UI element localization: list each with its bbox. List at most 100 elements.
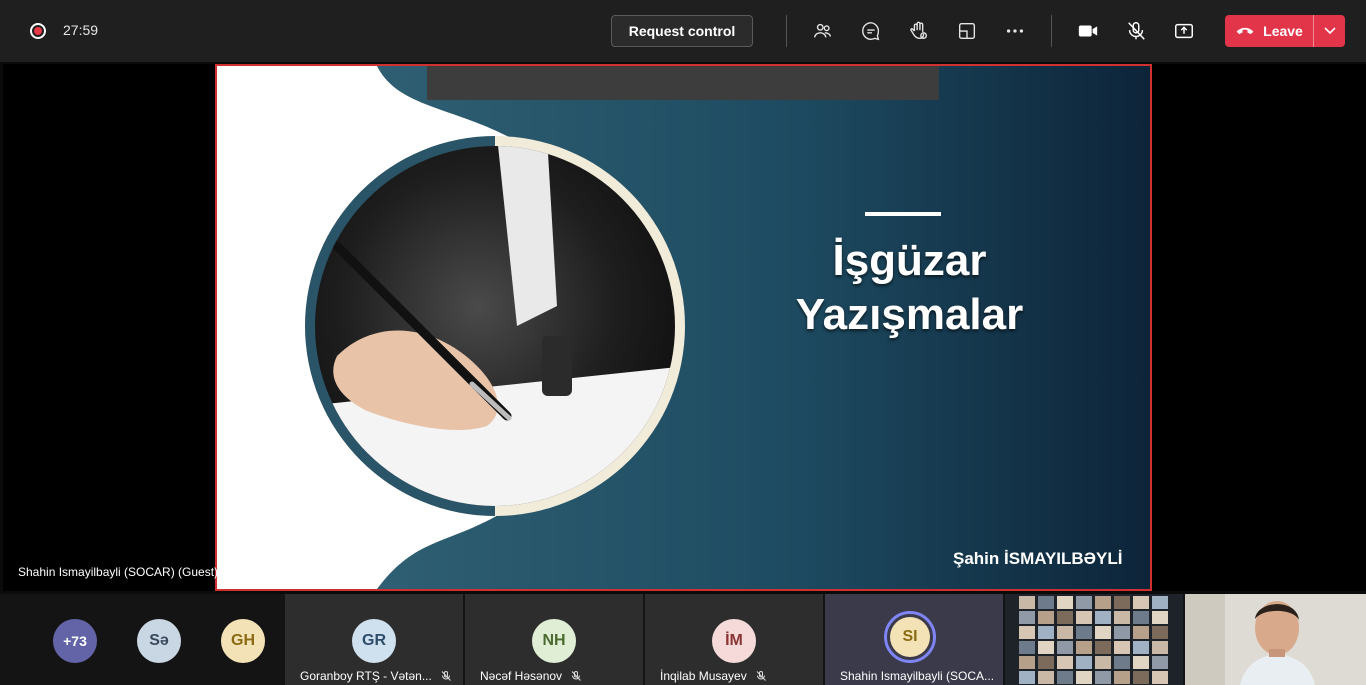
gallery-participant-thumb [1019, 641, 1035, 654]
leave-main-button[interactable]: Leave [1225, 15, 1313, 47]
webcam-feed [1185, 594, 1366, 685]
raise-hand-icon[interactable] [907, 19, 931, 43]
gallery-participant-thumb [1076, 611, 1092, 624]
more-icon[interactable] [1003, 19, 1027, 43]
gallery-participant-thumb [1076, 671, 1092, 684]
gallery-participant-thumb [1114, 671, 1130, 684]
leave-label: Leave [1263, 23, 1303, 39]
gallery-participant-thumb [1133, 611, 1149, 624]
rooms-icon[interactable] [955, 19, 979, 43]
recording-icon [30, 23, 46, 39]
participant-tile[interactable]: NH Nəcəf Həsənov [465, 594, 643, 685]
gallery-participant-thumb [1038, 641, 1054, 654]
gallery-participant-thumb [1095, 626, 1111, 639]
share-icon[interactable] [1172, 19, 1196, 43]
gallery-participant-thumb [1095, 641, 1111, 654]
gallery-participant-thumb [1133, 626, 1149, 639]
gallery-participant-thumb [1019, 671, 1035, 684]
gallery-participant-thumb [1057, 596, 1073, 609]
mic-off-icon [441, 671, 451, 681]
gallery-participant-thumb [1038, 626, 1054, 639]
slide-author: Şahin İSMAYILBƏYLİ [953, 549, 1123, 568]
gallery-participant-thumb [1133, 656, 1149, 669]
gallery-participant-thumb [1057, 656, 1073, 669]
slide-title-line-1: İşgüzar [832, 236, 987, 285]
meeting-timer: 27:59 [63, 22, 99, 38]
participant-name: Goranboy RTŞ - Vətən... [300, 669, 452, 683]
participant-name-text: İnqilab Musayev [660, 669, 747, 683]
slide-title: İşgüzar Yazışmalar [777, 234, 1042, 342]
gallery-participant-thumb [1152, 656, 1168, 669]
gallery-participant-thumb [1133, 671, 1149, 684]
gallery-participant-thumb [1057, 611, 1073, 624]
camera-icon[interactable] [1076, 19, 1100, 43]
gallery-participant-thumb [1038, 596, 1054, 609]
gallery-participant-thumb [1133, 641, 1149, 654]
participant-avatar[interactable]: Sə [137, 619, 181, 663]
gallery-participant-thumb [1152, 671, 1168, 684]
meeting-toolbar: 27:59 Request control Leave [0, 0, 1366, 62]
gallery-participant-thumb [1095, 671, 1111, 684]
participant-tile[interactable]: İM İnqilab Musayev [645, 594, 823, 685]
mic-off-icon [571, 671, 581, 681]
participant-name-text: Nəcəf Həsənov [480, 669, 563, 683]
gallery-thumbnail [1005, 594, 1183, 685]
gallery-participant-thumb [1019, 596, 1035, 609]
gallery-participant-thumb [1076, 596, 1092, 609]
presenter-name-label: Shahin Ismayilbayli (SOCAR) (Guest) [18, 565, 219, 579]
gallery-participant-thumb [1038, 671, 1054, 684]
toolbar-divider [1051, 15, 1052, 47]
gallery-participant-thumb [1114, 626, 1130, 639]
gallery-participant-thumb [1152, 611, 1168, 624]
gallery-participant-thumb [1019, 626, 1035, 639]
request-control-button[interactable]: Request control [611, 15, 753, 47]
gallery-participant-thumb [1095, 611, 1111, 624]
participant-avatar: GR [352, 619, 396, 663]
slide-title-line-2: Yazışmalar [795, 290, 1024, 339]
participant-name: İnqilab Musayev [660, 669, 767, 683]
gallery-participant-thumb [1038, 611, 1054, 624]
gallery-participant-thumb [1095, 596, 1111, 609]
gallery-participant-thumb [1095, 656, 1111, 669]
gallery-participant-thumb [1076, 641, 1092, 654]
gallery-participant-thumb [1019, 611, 1035, 624]
gallery-participant-thumb [1076, 626, 1092, 639]
slide-header-bar [427, 66, 939, 100]
participant-avatar: SI [890, 617, 930, 657]
mic-off-icon[interactable] [1124, 19, 1148, 43]
participant-tile[interactable]: GR Goranboy RTŞ - Vətən... [285, 594, 463, 685]
participant-avatar: NH [532, 619, 576, 663]
gallery-participant-thumb [1152, 641, 1168, 654]
more-participants-badge[interactable]: +73 [53, 619, 97, 663]
participant-avatar[interactable]: GH [221, 619, 265, 663]
participant-name: Nəcəf Həsənov [480, 669, 582, 683]
gallery-participant-thumb [1057, 671, 1073, 684]
participant-avatar: İM [712, 619, 756, 663]
gallery-participant-thumb [1152, 596, 1168, 609]
gallery-participant-thumb [1152, 626, 1168, 639]
mic-off-icon [756, 671, 766, 681]
gallery-participant-thumb [1076, 656, 1092, 669]
gallery-participant-thumb [1057, 641, 1073, 654]
self-video-tile[interactable] [1185, 594, 1366, 685]
participant-name: Shahin Ismayilbayli (SOCA... [840, 669, 994, 683]
gallery-video-tile[interactable] [1005, 594, 1183, 685]
leave-button[interactable]: Leave [1225, 15, 1345, 47]
speaking-ring: SI [884, 611, 936, 663]
participant-name-text: Goranboy RTŞ - Vətən... [300, 669, 432, 683]
toolbar-divider [786, 15, 787, 47]
chat-icon[interactable] [859, 19, 883, 43]
hangup-icon [1235, 23, 1255, 39]
people-icon[interactable] [811, 19, 835, 43]
chevron-down-icon[interactable] [1314, 15, 1345, 47]
participant-name-text: Shahin Ismayilbayli (SOCA... [840, 669, 995, 683]
gallery-participant-thumb [1114, 611, 1130, 624]
shared-slide: İşgüzar Yazışmalar Şahin İSMAYILBƏYLİ [215, 64, 1152, 591]
gallery-participant-thumb [1133, 596, 1149, 609]
gallery-participant-thumb [1057, 626, 1073, 639]
gallery-participant-thumb [1114, 656, 1130, 669]
participant-tile-active[interactable]: SI Shahin Ismayilbayli (SOCA... [825, 594, 1003, 685]
gallery-participant-thumb [1114, 641, 1130, 654]
gallery-participant-thumb [1038, 656, 1054, 669]
gallery-participant-thumb [1114, 596, 1130, 609]
